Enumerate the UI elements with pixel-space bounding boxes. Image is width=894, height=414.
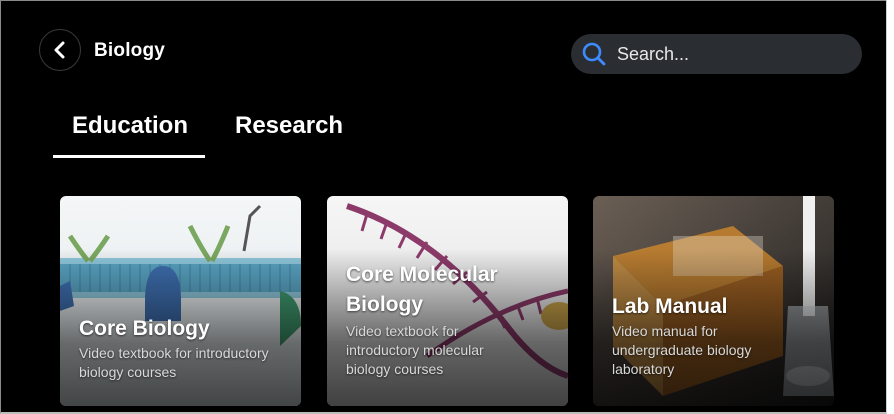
card-title: Core Biology [79, 317, 210, 340]
search-input[interactable] [617, 43, 837, 65]
card-description: Video textbook for introductory molecula… [346, 323, 484, 377]
tab-education[interactable]: Education [72, 112, 188, 140]
chevron-left-icon [54, 41, 65, 59]
back-button[interactable] [39, 29, 81, 71]
card-description: Video manual for undergraduate biology l… [612, 323, 752, 377]
search-bar[interactable] [571, 34, 862, 74]
card-lab-manual[interactable]: Lab Manual Video manual for undergraduat… [593, 196, 834, 406]
tab-research[interactable]: Research [235, 112, 343, 140]
window-edge [886, 0, 894, 414]
page-title: Biology [94, 40, 166, 61]
card-title: Core Molecular Biology [346, 263, 498, 316]
card-title: Lab Manual [612, 295, 728, 318]
card-description: Video textbook for introductory biology … [79, 345, 269, 380]
active-tab-indicator [53, 155, 205, 158]
search-icon[interactable] [579, 39, 609, 69]
card-core-molecular-biology[interactable]: Core Molecular Biology Video textbook fo… [327, 196, 568, 406]
card-core-biology[interactable]: Core Biology Video textbook for introduc… [60, 196, 301, 406]
